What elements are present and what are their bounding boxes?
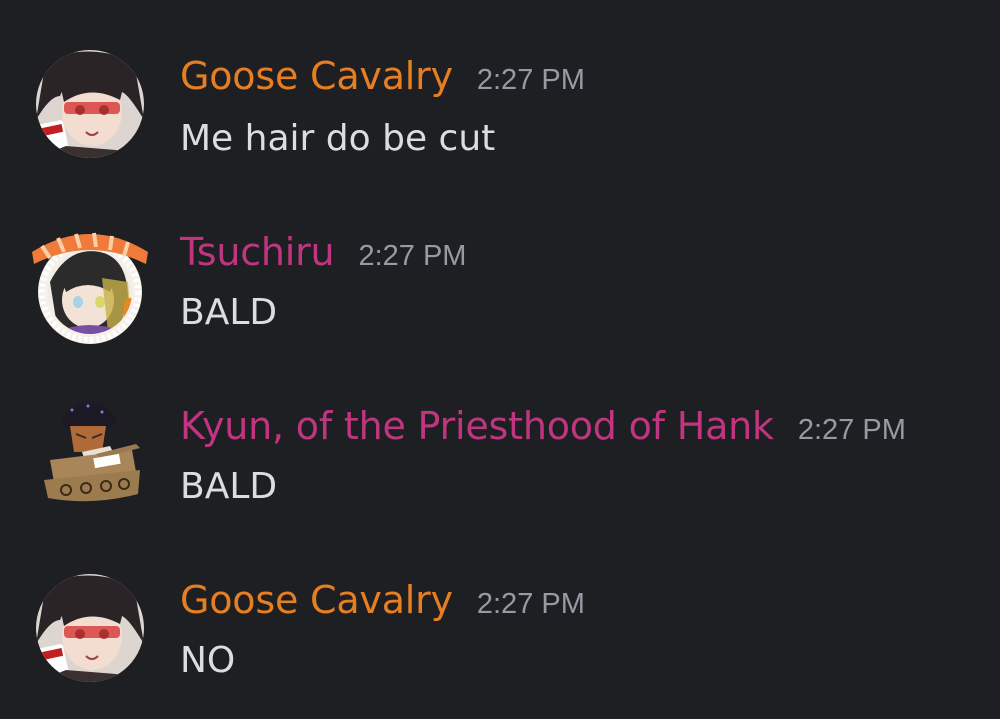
message-header: Kyun, of the Priesthood of Hank 2:27 PM (180, 404, 906, 448)
avatar[interactable] (36, 574, 144, 682)
username[interactable]: Kyun, of the Priesthood of Hank (180, 404, 774, 448)
timestamp: 2:27 PM (358, 240, 467, 272)
avatar[interactable] (36, 50, 144, 158)
message-header: Goose Cavalry 2:27 PM (180, 578, 585, 622)
message-content: BALD (180, 292, 278, 333)
anime-girl-avatar-icon (36, 574, 144, 682)
timestamp: 2:27 PM (476, 588, 585, 620)
anime-girl-avatar-icon (36, 50, 144, 158)
cardboard-tank-avatar-icon (44, 403, 140, 502)
avatar[interactable] (28, 222, 152, 346)
timestamp: 2:27 PM (476, 64, 585, 96)
message-content: NO (180, 640, 236, 681)
message-header: Tsuchiru 2:27 PM (180, 230, 466, 274)
username[interactable]: Goose Cavalry (180, 54, 453, 98)
username[interactable]: Goose Cavalry (180, 578, 453, 622)
message-content: BALD (180, 466, 278, 507)
message-content: Me hair do be cut (180, 118, 496, 159)
message-header: Goose Cavalry 2:27 PM (180, 54, 585, 98)
avatar[interactable] (36, 398, 148, 510)
timestamp: 2:27 PM (797, 414, 906, 446)
username[interactable]: Tsuchiru (180, 230, 335, 274)
sushi-frame-avatar-icon (32, 232, 148, 344)
